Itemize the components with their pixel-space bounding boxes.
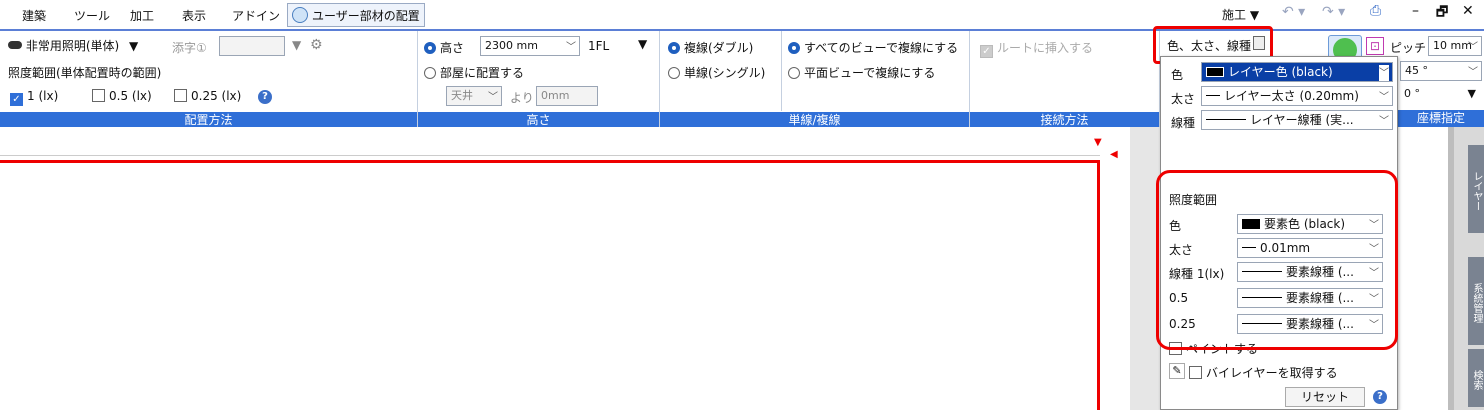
- insert-route-check[interactable]: ✓ ルートに挿入する: [980, 39, 1093, 58]
- pitch-input[interactable]: 10 mm ﹀: [1428, 36, 1482, 56]
- suffix-label: 添字①: [172, 41, 207, 55]
- marker-left-icon: ◀: [1110, 149, 1118, 160]
- menu-tools[interactable]: ツール: [74, 7, 110, 24]
- floor-dropdown-icon[interactable]: ▼: [638, 37, 647, 51]
- plan-view-label: 平面ビューで複線にする: [804, 66, 936, 80]
- thickness-select[interactable]: レイヤー太さ (0.20mm) ﹀: [1201, 86, 1393, 106]
- menu-view[interactable]: 表示: [182, 7, 206, 24]
- reset-button[interactable]: リセット: [1285, 387, 1365, 407]
- eyedropper-icon[interactable]: ✎: [1169, 363, 1185, 379]
- suffix-dropdown-icon[interactable]: ▼: [292, 38, 301, 52]
- side-tab-search-label: 検索: [1471, 370, 1482, 390]
- fixture-settings-icon[interactable]: ⚙: [310, 37, 323, 53]
- bylayer-checkbox[interactable]: バイレイヤーを取得する: [1189, 364, 1338, 381]
- room-outline: [0, 160, 1100, 410]
- restore-icon[interactable]: 🗗: [1436, 3, 1448, 25]
- color-select[interactable]: レイヤー色 (black) ﹀: [1201, 62, 1393, 82]
- linetype-select[interactable]: レイヤー線種 (実... ﹀: [1201, 110, 1393, 130]
- single-line-label: 単線(シングル): [684, 66, 766, 80]
- suffix-input[interactable]: [219, 36, 285, 56]
- side-scrollbar[interactable]: [1448, 127, 1454, 410]
- linetype-label: 線種: [1171, 116, 1196, 130]
- insert-route-label: ルートに挿入する: [997, 41, 1094, 55]
- height-radio-label: 高さ: [440, 41, 465, 55]
- all-views-radio[interactable]: すべてのビューで複線にする: [788, 39, 958, 56]
- color-select-value: レイヤー色 (black): [1228, 65, 1333, 79]
- group-height: 高さ 2300 mm ﹀ 1FL ▼ 部屋に配置する 天井 ﹀ より 0mm 高さ: [418, 31, 660, 129]
- angle2-value: 0 °: [1404, 87, 1420, 100]
- range-label: 照度範囲(単体配置時の範囲): [8, 66, 162, 80]
- from-label: より: [510, 91, 534, 105]
- all-views-label: すべてのビューで複線にする: [804, 41, 959, 55]
- menu-process[interactable]: 加工: [130, 7, 154, 24]
- menu-architecture[interactable]: 建築: [22, 7, 46, 24]
- range-check-1[interactable]: ✓ 1 (lx): [10, 89, 58, 106]
- undo-icon[interactable]: ↶ ▾: [1282, 4, 1305, 20]
- side-tab-system-label: 系統管理: [1471, 283, 1482, 323]
- room-radio[interactable]: 部屋に配置する: [424, 64, 524, 81]
- fixture-select[interactable]: 非常用照明(単体) ▼: [8, 37, 158, 57]
- height-value: 2300 mm: [485, 39, 538, 52]
- side-panel: レイヤー 系統管理 検索: [1448, 127, 1484, 410]
- ribbon: 非常用照明(単体) ▼ 添字① ▼ ⚙ 照度範囲(単体配置時の範囲) ✓ 1 (l…: [0, 29, 1160, 129]
- group-connect: ✓ ルートに挿入する 接続方法: [970, 31, 1160, 129]
- highlight-range: [1156, 170, 1398, 350]
- construction-label: 施工: [1222, 8, 1247, 22]
- linetype-select-value: レイヤー線種 (実...: [1250, 113, 1354, 127]
- tab-user-part-placement[interactable]: ユーザー部材の配置: [287, 3, 425, 27]
- ceiling-value: 天井: [451, 89, 473, 102]
- reset-label: リセット: [1300, 390, 1349, 404]
- divider: [781, 31, 782, 111]
- side-tab-layer[interactable]: レイヤー: [1468, 145, 1484, 233]
- help-icon[interactable]: ?: [258, 90, 272, 104]
- thickness-select-value: レイヤー太さ (0.20mm): [1224, 89, 1359, 103]
- side-tab-system[interactable]: 系統管理: [1468, 257, 1484, 345]
- drawing-canvas[interactable]: ▼ ◀: [0, 127, 1130, 410]
- offset-value: 0mm: [541, 89, 570, 102]
- color-label: 色: [1171, 68, 1184, 82]
- height-input[interactable]: 2300 mm ﹀: [480, 36, 580, 56]
- double-line-label: 複線(ダブル): [684, 41, 754, 55]
- construction-menu[interactable]: 施工 ▼: [1222, 6, 1259, 23]
- angle1-value: 45 °: [1405, 64, 1428, 77]
- group-footer-coords: 座標指定: [1398, 110, 1484, 127]
- floor-label: 1FL: [588, 39, 610, 53]
- frame-icon[interactable]: ⊡: [1366, 37, 1384, 55]
- pitch-value: 10 mm: [1433, 39, 1472, 52]
- ceiling-select[interactable]: 天井 ﹀: [446, 86, 502, 106]
- bylayer-label: バイレイヤーを取得する: [1206, 366, 1338, 380]
- range-check-025-label: 0.25 (lx): [191, 89, 242, 103]
- lamp-icon: [8, 41, 22, 49]
- range-check-025[interactable]: 0.25 (lx): [174, 89, 241, 103]
- range-check-05-label: 0.5 (lx): [109, 89, 152, 103]
- thickness-label: 太さ: [1171, 92, 1196, 106]
- print-icon[interactable]: ⎙: [1370, 3, 1381, 19]
- range-check-1-label: 1 (lx): [27, 89, 59, 103]
- menu-addin[interactable]: アドイン: [232, 7, 280, 24]
- tab-label: ユーザー部材の配置: [312, 8, 420, 23]
- marker-down-icon: ▼: [1094, 137, 1102, 148]
- panel-help-icon[interactable]: ?: [1373, 390, 1387, 404]
- plan-view-radio[interactable]: 平面ビューで複線にする: [788, 64, 935, 81]
- fixture-select-value: 非常用照明(単体): [25, 39, 120, 53]
- double-line-radio[interactable]: 複線(ダブル): [668, 39, 753, 56]
- side-tab-layer-label: レイヤー: [1471, 171, 1482, 211]
- group-placement: 非常用照明(単体) ▼ 添字① ▼ ⚙ 照度範囲(単体配置時の範囲) ✓ 1 (l…: [0, 31, 418, 129]
- angle2-select[interactable]: 0 ° ▼: [1400, 85, 1482, 105]
- part-placement-icon: [292, 7, 308, 23]
- group-line: 複線(ダブル) 単線(シングル) すべてのビューで複線にする 平面ビューで複線に…: [660, 31, 970, 129]
- check-icon: ✓: [10, 93, 23, 106]
- minimize-icon[interactable]: –: [1412, 3, 1419, 19]
- ruler-line: [0, 155, 1100, 156]
- pitch-label: ピッチ: [1390, 41, 1427, 55]
- side-tab-search[interactable]: 検索: [1468, 349, 1484, 407]
- range-check-05[interactable]: 0.5 (lx): [92, 89, 152, 103]
- single-line-radio[interactable]: 単線(シングル): [668, 64, 765, 81]
- close-icon[interactable]: ✕: [1462, 3, 1474, 19]
- height-radio[interactable]: 高さ: [424, 39, 464, 56]
- redo-icon[interactable]: ↷ ▾: [1322, 4, 1345, 20]
- offset-input[interactable]: 0mm: [536, 86, 598, 106]
- angle1-input[interactable]: 45 ° ﹀: [1400, 61, 1482, 81]
- room-radio-label: 部屋に配置する: [440, 66, 525, 80]
